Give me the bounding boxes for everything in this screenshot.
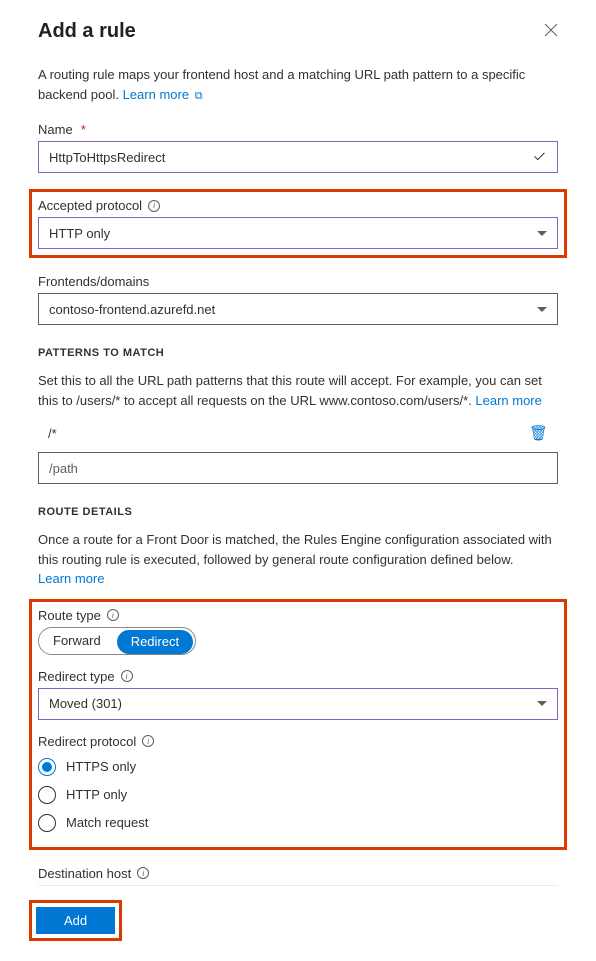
protocol-value: HTTP only <box>49 226 110 241</box>
patterns-heading: PATTERNS TO MATCH <box>38 347 558 359</box>
redirect-type-dropdown[interactable]: Moved (301) <box>38 688 558 720</box>
add-button[interactable]: Add <box>36 907 115 934</box>
name-label: Name* <box>38 122 558 137</box>
highlight-accepted-protocol: Accepted protocol i HTTP only <box>29 189 567 258</box>
info-icon[interactable]: i <box>121 670 133 682</box>
radio-icon <box>38 786 56 804</box>
trash-icon[interactable]: 🗑 <box>529 424 548 442</box>
route-type-toggle: Forward Redirect <box>38 627 196 655</box>
radio-icon <box>38 814 56 832</box>
info-icon[interactable]: i <box>142 735 154 747</box>
redirect-protocol-label: Redirect protocol i <box>38 734 558 749</box>
pattern-input[interactable]: /path <box>38 452 558 484</box>
redirect-protocol-http[interactable]: HTTP only <box>38 781 558 809</box>
close-button[interactable] <box>544 23 558 41</box>
chevron-down-icon <box>537 307 547 312</box>
name-value: HttpToHttpsRedirect <box>49 150 165 165</box>
protocol-dropdown[interactable]: HTTP only <box>38 217 558 249</box>
highlight-add-button: Add <box>29 900 122 941</box>
frontends-dropdown[interactable]: contoso-frontend.azurefd.net <box>38 293 558 325</box>
pattern-row: /* 🗑 <box>38 420 558 446</box>
route-details-heading: ROUTE DETAILS <box>38 506 558 518</box>
patterns-help: Set this to all the URL path patterns th… <box>38 371 558 410</box>
divider <box>38 885 558 886</box>
intro-text: A routing rule maps your frontend host a… <box>38 65 558 104</box>
radio-checked-icon <box>38 758 56 776</box>
redirect-protocol-https[interactable]: HTTPS only <box>38 753 558 781</box>
required-indicator: * <box>81 122 86 137</box>
info-icon[interactable]: i <box>148 200 160 212</box>
close-icon <box>544 23 558 37</box>
redirect-protocol-match[interactable]: Match request <box>38 809 558 837</box>
route-type-forward[interactable]: Forward <box>39 628 115 654</box>
pattern-value: /* <box>48 426 57 441</box>
intro-copy: A routing rule maps your frontend host a… <box>38 67 525 102</box>
learn-more-link[interactable]: Learn more <box>123 87 189 102</box>
route-type-label: Route type i <box>38 608 558 623</box>
highlight-route-details: Route type i Forward Redirect Redirect t… <box>29 599 567 850</box>
info-icon[interactable]: i <box>137 867 149 879</box>
frontends-label: Frontends/domains <box>38 274 558 289</box>
protocol-label: Accepted protocol i <box>38 198 558 213</box>
pattern-placeholder: /path <box>49 461 78 476</box>
checkmark-icon <box>533 150 547 164</box>
destination-host-label: Destination host i <box>38 866 558 881</box>
route-details-learn-more-link[interactable]: Learn more <box>38 571 104 586</box>
route-details-help: Once a route for a Front Door is matched… <box>38 530 558 589</box>
chevron-down-icon <box>537 701 547 706</box>
external-link-icon: ⧉ <box>195 90 203 102</box>
route-type-redirect[interactable]: Redirect <box>117 630 193 654</box>
info-icon[interactable]: i <box>107 609 119 621</box>
patterns-learn-more-link[interactable]: Learn more <box>475 393 541 408</box>
frontends-value: contoso-frontend.azurefd.net <box>49 302 215 317</box>
chevron-down-icon <box>537 231 547 236</box>
name-input[interactable]: HttpToHttpsRedirect <box>38 141 558 173</box>
redirect-type-value: Moved (301) <box>49 696 122 711</box>
panel-title: Add a rule <box>38 20 136 43</box>
redirect-type-label: Redirect type i <box>38 669 558 684</box>
